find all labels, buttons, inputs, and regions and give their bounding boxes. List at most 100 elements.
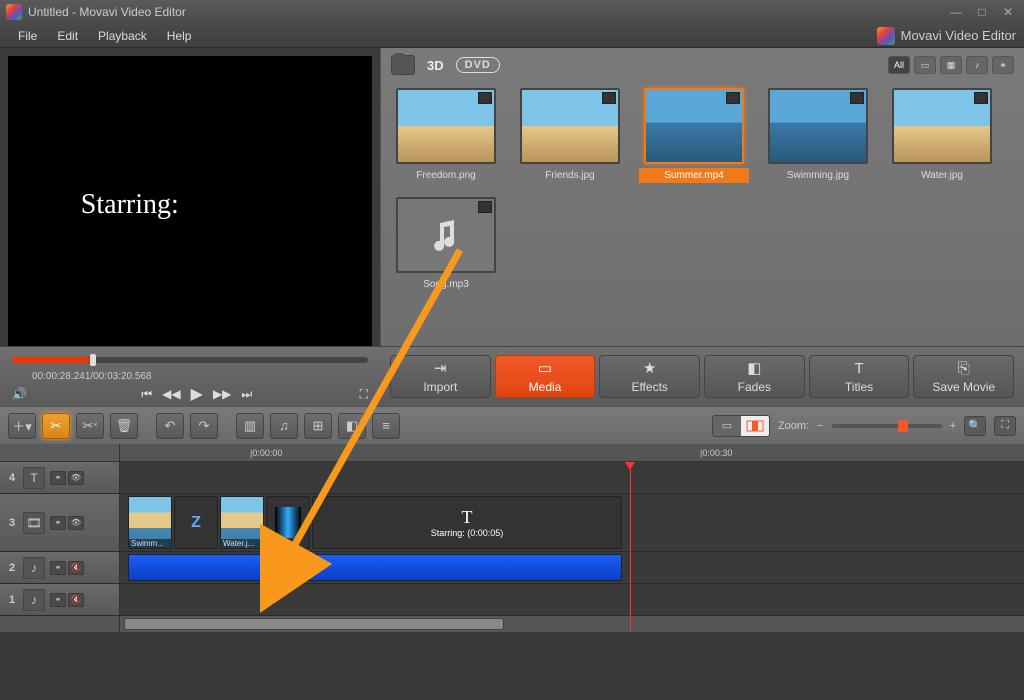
ruler-tick: |0:00:00 bbox=[250, 448, 282, 458]
playback-bar: 00:00:28.241 / 00:03:20.568 🔊 ⏮ ◀◀ ▶ ▶▶ … bbox=[0, 346, 1024, 406]
tool-a-button[interactable]: ▥ bbox=[236, 413, 264, 439]
redo-button[interactable]: ↷ bbox=[190, 413, 218, 439]
timeline-ruler[interactable]: |0:00:00 |0:00:30 bbox=[0, 444, 1024, 462]
media-item[interactable]: Freedom.png bbox=[391, 88, 501, 183]
media-item-label: Freedom.png bbox=[391, 168, 501, 183]
delete-button[interactable]: 🗑 bbox=[110, 413, 138, 439]
timeline-transition[interactable] bbox=[266, 496, 310, 549]
split-clip-button[interactable]: ✂ bbox=[42, 413, 70, 439]
timeline-toolbar: ＋▾ ✂ ✂× 🗑 ↶ ↷ ▥ ♫ ⊞ ◧ ≡ ▭ Zoom: − + 🔍 ⛶ bbox=[0, 406, 1024, 444]
menu-help[interactable]: Help bbox=[157, 29, 202, 43]
track-row: 3 🎞 ⚭👁 Swimm... Z Water.j... T Starring:… bbox=[0, 494, 1024, 552]
titles-icon: T bbox=[854, 360, 863, 377]
play-button[interactable]: ▶ bbox=[191, 384, 203, 404]
media-item[interactable]: Water.jpg bbox=[887, 88, 997, 183]
filter-link-icon[interactable]: ⚭ bbox=[992, 56, 1014, 74]
3d-button[interactable]: 3D bbox=[427, 58, 444, 73]
track-body[interactable]: Swimm... Z Water.j... T Starring: (0:00:… bbox=[120, 494, 1024, 551]
zoom-slider[interactable] bbox=[832, 424, 942, 428]
media-area: 3D DVD All ▭ ▦ ♪ ⚭ Freedom.png Friends.j… bbox=[380, 48, 1024, 346]
time-current: 00:00:28.241 bbox=[32, 371, 90, 382]
audio-track-icon: ♪ bbox=[23, 557, 45, 579]
track-mute-icon[interactable]: 🔇 bbox=[68, 561, 84, 575]
tool-d-button[interactable]: ◧ bbox=[338, 413, 366, 439]
tab-save-movie[interactable]: ⎘Save Movie bbox=[913, 355, 1014, 398]
timeline-clip[interactable]: Water.j... bbox=[220, 496, 264, 549]
media-item[interactable]: Swimming.jpg bbox=[763, 88, 873, 183]
tab-fades[interactable]: ◧Fades bbox=[704, 355, 805, 398]
seek-slider[interactable] bbox=[12, 357, 368, 363]
tool-e-button[interactable]: ≡ bbox=[372, 413, 400, 439]
track-link-icon[interactable]: ⚭ bbox=[50, 516, 66, 530]
media-item-label: Swimming.jpg bbox=[763, 168, 873, 183]
media-item[interactable]: Friends.jpg bbox=[515, 88, 625, 183]
track-link-icon[interactable]: ⚭ bbox=[50, 561, 66, 575]
track-visibility-icon[interactable]: 👁 bbox=[68, 516, 84, 530]
brand-label: Movavi Video Editor bbox=[877, 27, 1016, 45]
view-mode-a-icon[interactable]: ▭ bbox=[713, 416, 741, 436]
tab-titles[interactable]: TTitles bbox=[809, 355, 910, 398]
preview-pane: Starring: bbox=[0, 48, 380, 346]
tab-effects[interactable]: ★Effects bbox=[599, 355, 700, 398]
preview-video[interactable]: Starring: bbox=[8, 56, 372, 346]
media-item-label: Song.mp3 bbox=[391, 277, 501, 292]
skip-forward-button[interactable]: ⏭ bbox=[241, 387, 252, 402]
filter-image-icon[interactable]: ▦ bbox=[940, 56, 962, 74]
menu-file[interactable]: File bbox=[8, 29, 47, 43]
frame-back-button[interactable]: ◀◀ bbox=[162, 387, 180, 401]
video-track-icon: 🎞 bbox=[23, 512, 45, 534]
track-link-icon[interactable]: ⚭ bbox=[50, 471, 66, 485]
timeline-text-clip[interactable]: T Starring: (0:00:05) bbox=[312, 496, 622, 549]
window-title: Untitled - Movavi Video Editor bbox=[28, 5, 946, 19]
filter-video-icon[interactable]: ▭ bbox=[914, 56, 936, 74]
snapshot-button[interactable]: ⛶ bbox=[360, 387, 368, 402]
timeline-view-toggle[interactable]: ▭ bbox=[712, 415, 770, 437]
media-item[interactable]: Summer.mp4 bbox=[639, 88, 749, 183]
fades-icon: ◧ bbox=[747, 359, 761, 377]
track-mute-icon[interactable]: 🔇 bbox=[68, 593, 84, 607]
undo-button[interactable]: ↶ bbox=[156, 413, 184, 439]
volume-icon[interactable]: 🔊 bbox=[12, 387, 34, 401]
open-folder-button[interactable] bbox=[391, 55, 415, 75]
fullscreen-button[interactable]: ⛶ bbox=[994, 416, 1016, 436]
media-item[interactable]: Song.mp3 bbox=[391, 197, 501, 292]
track-link-icon[interactable]: ⚭ bbox=[50, 593, 66, 607]
tool-b-button[interactable]: ♫ bbox=[270, 413, 298, 439]
track-body[interactable] bbox=[120, 552, 1024, 583]
maximize-button[interactable]: □ bbox=[972, 5, 992, 19]
main-tabs: ⇥Import ▭Media ★Effects ◧Fades TTitles ⎘… bbox=[380, 347, 1024, 406]
track-visibility-icon[interactable]: 👁 bbox=[68, 471, 84, 485]
zoom-label: Zoom: bbox=[778, 420, 809, 432]
menu-edit[interactable]: Edit bbox=[47, 29, 88, 43]
tab-media[interactable]: ▭Media bbox=[495, 355, 596, 398]
media-thumbnails: Freedom.png Friends.jpg Summer.mp4 Swimm… bbox=[381, 82, 1024, 298]
minimize-button[interactable]: — bbox=[946, 5, 966, 19]
add-track-button[interactable]: ＋▾ bbox=[8, 413, 36, 439]
menu-playback[interactable]: Playback bbox=[88, 29, 157, 43]
timeline-scrollbar[interactable] bbox=[120, 616, 1024, 632]
tool-c-button[interactable]: ⊞ bbox=[304, 413, 332, 439]
track-body[interactable] bbox=[120, 584, 1024, 615]
cut-button[interactable]: ✂× bbox=[76, 413, 104, 439]
view-mode-b-icon[interactable] bbox=[741, 416, 769, 436]
timeline-clip[interactable]: Swimm... bbox=[128, 496, 172, 549]
close-button[interactable]: ✕ bbox=[998, 5, 1018, 19]
zoom-out-button[interactable]: − bbox=[817, 420, 823, 432]
zoom-in-button[interactable]: + bbox=[950, 420, 956, 432]
brand-icon bbox=[877, 27, 895, 45]
frame-forward-button[interactable]: ▶▶ bbox=[213, 387, 231, 401]
filter-audio-icon[interactable]: ♪ bbox=[966, 56, 988, 74]
timeline-audio-clip[interactable] bbox=[128, 554, 622, 581]
timeline-transition[interactable]: Z bbox=[174, 496, 218, 549]
zoom-fit-button[interactable]: 🔍 bbox=[964, 416, 986, 436]
track-row: 2 ♪ ⚭🔇 bbox=[0, 552, 1024, 584]
media-toolbar: 3D DVD All ▭ ▦ ♪ ⚭ bbox=[381, 48, 1024, 82]
timeline: |0:00:00 |0:00:30 4 T ⚭👁 3 🎞 ⚭👁 Swimm...… bbox=[0, 444, 1024, 676]
filter-all-button[interactable]: All bbox=[888, 56, 910, 74]
skip-back-button[interactable]: ⏮ bbox=[141, 387, 152, 402]
text-track-icon: T bbox=[23, 467, 45, 489]
playhead[interactable] bbox=[630, 462, 631, 632]
preview-overlay-text: Starring: bbox=[81, 189, 179, 221]
tab-import[interactable]: ⇥Import bbox=[390, 355, 491, 398]
dvd-button[interactable]: DVD bbox=[456, 57, 500, 73]
